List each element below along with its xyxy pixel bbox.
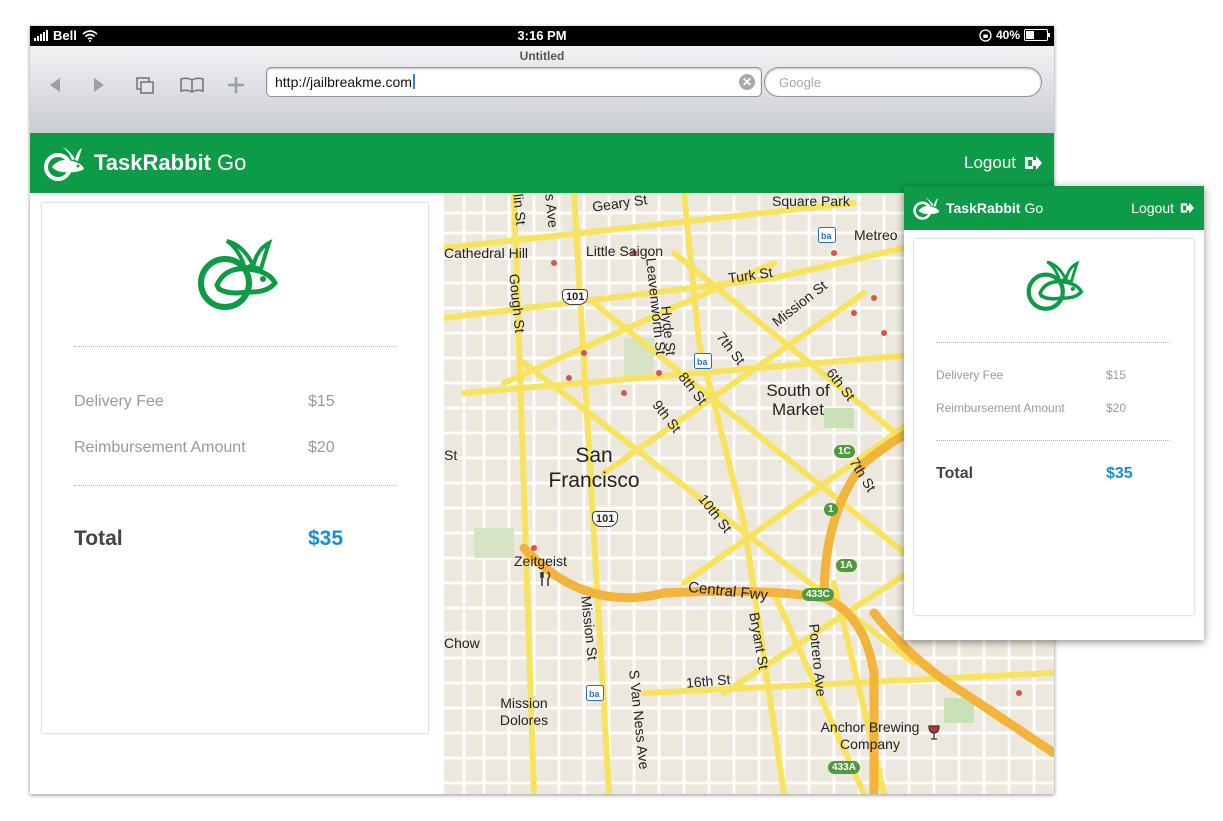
receipt-card: Delivery Fee $15 Reimbursement Amount $2… (42, 203, 428, 733)
map-label: Chow (444, 635, 480, 651)
map-label: Anchor Brewing Company (820, 719, 920, 752)
map-label-neighborhood: South of Market (766, 381, 830, 419)
receipt-card: Delivery Fee $15 Reimbursement Amount $2… (914, 239, 1194, 615)
total-label: Total (936, 465, 974, 482)
brand-name: TaskRabbit (946, 200, 1021, 216)
map-label: s Ave (542, 193, 562, 229)
brand-name: TaskRabbit (94, 150, 211, 175)
total-amount: $35 (1106, 465, 1133, 482)
url-text[interactable]: http://jailbreakme.com (275, 74, 412, 90)
fee-amount: $15 (308, 393, 335, 410)
brand-suffix: Go (1024, 200, 1044, 216)
map-label: Little Saigon (586, 243, 664, 259)
exit-marker: 433C (802, 588, 834, 601)
pages-icon (136, 77, 154, 94)
taskrabbit-logo[interactable]: TaskRabbit Go (912, 196, 1043, 220)
logout-button[interactable]: Logout (1131, 200, 1194, 216)
mobile-preview: TaskRabbit Go Logout Delivery Fee $15 Re… (904, 186, 1204, 640)
map-label: Cathedral Hill (444, 245, 529, 261)
search-field[interactable] (764, 67, 1042, 97)
status-bar: Bell 3:16 PM 40% (30, 26, 1054, 46)
back-arrow-icon (50, 78, 60, 92)
svg-text:ba: ba (589, 689, 600, 699)
reimbursement-label: Reimbursement Amount (936, 401, 1065, 415)
app-header: TaskRabbit Go Logout (904, 186, 1204, 230)
clear-url-icon[interactable]: ✕ (739, 74, 755, 90)
page-title: Untitled (519, 49, 565, 63)
ipad-screen: Bell 3:16 PM 40% Untitled http://jailbre… (30, 26, 1054, 794)
divider (936, 440, 1170, 441)
pages-button[interactable] (132, 73, 158, 97)
map-label: Square Park (772, 193, 850, 209)
map-label: Mission Dolores (499, 695, 549, 728)
receipt-panel: Delivery Fee $15 Reimbursement Amount $2… (30, 193, 444, 794)
add-button[interactable] (224, 73, 248, 97)
logout-label: Logout (964, 153, 1016, 172)
fee-amount: $15 (1106, 368, 1127, 382)
logout-icon (1180, 202, 1194, 214)
rabbit-logo-icon (44, 147, 84, 181)
battery-icon (1024, 29, 1050, 41)
map-label: Metreo (854, 227, 898, 243)
bart-icon: ba (586, 685, 604, 701)
rabbit-logo-icon (913, 197, 940, 220)
exit-marker: 1C (834, 445, 855, 458)
map-label: Zeitgeist (514, 553, 567, 569)
forward-arrow-icon (94, 78, 104, 92)
reimbursement-amount: $20 (1106, 401, 1127, 415)
bart-icon: ba (694, 353, 712, 369)
logout-icon (1025, 156, 1042, 170)
exit-marker: 1 (824, 503, 838, 516)
rabbit-logo-icon (198, 239, 278, 310)
wine-glass-icon (928, 725, 940, 740)
bookmarks-button[interactable] (178, 73, 206, 97)
total-amount: $35 (308, 527, 344, 550)
reimbursement-amount: $20 (308, 439, 335, 456)
map-label: lin St (510, 193, 530, 226)
browser-toolbar: Untitled http://jailbreakme.com ✕ (30, 46, 1054, 134)
restaurant-icon (540, 571, 551, 586)
divider (936, 342, 1170, 343)
fee-label: Delivery Fee (936, 368, 1004, 382)
exit-marker: 433A (828, 761, 860, 774)
map-label-city: San Francisco (548, 444, 640, 492)
text-cursor (412, 74, 415, 89)
total-label: Total (74, 527, 123, 550)
brand-suffix: Go (216, 150, 247, 175)
orientation-lock-icon (979, 28, 992, 42)
app-header: TaskRabbit Go Logout (30, 133, 1054, 193)
taskrabbit-logo[interactable]: TaskRabbit Go (42, 145, 246, 181)
search-input[interactable] (777, 74, 1031, 91)
highway-shield: 101 (562, 289, 589, 305)
svg-text:ba: ba (821, 231, 832, 241)
reimbursement-label: Reimbursement Amount (74, 439, 246, 456)
svg-text:ba: ba (697, 357, 708, 367)
highway-shield: 101 (592, 511, 619, 527)
address-bar[interactable]: http://jailbreakme.com ✕ (266, 67, 762, 97)
plus-icon (228, 77, 244, 93)
bart-icon: ba (818, 227, 836, 243)
book-icon (180, 77, 204, 93)
rabbit-logo-icon (1026, 260, 1084, 311)
map-label: St (444, 447, 458, 463)
logout-label: Logout (1131, 200, 1174, 216)
divider (74, 485, 396, 486)
exit-marker: 1A (836, 559, 857, 572)
logout-button[interactable]: Logout (964, 153, 1042, 173)
clock: 3:16 PM (517, 28, 567, 43)
back-button[interactable] (44, 73, 66, 97)
battery-percent: 40% (995, 28, 1020, 42)
fee-label: Delivery Fee (74, 393, 164, 410)
divider (74, 346, 396, 347)
forward-button[interactable] (88, 73, 110, 97)
